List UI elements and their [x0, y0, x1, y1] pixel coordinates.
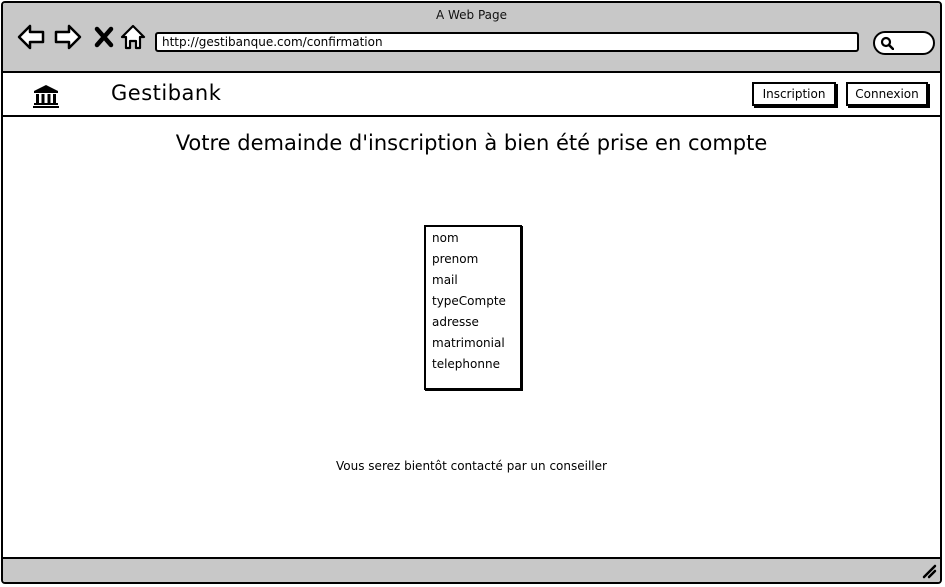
- search-icon: [880, 36, 894, 50]
- field-item-typecompte: typeCompte: [432, 294, 506, 308]
- browser-chrome: A Web Page http://gestibanque.com/confir…: [3, 3, 940, 73]
- stop-button[interactable]: [91, 23, 119, 51]
- fields-list: nom prenom mail typeCompte adresse matri…: [426, 227, 520, 377]
- contact-note: Vous serez bientôt contacté par un conse…: [336, 459, 607, 473]
- page-title: Votre demainde d'inscription à bien été …: [175, 131, 768, 155]
- connexion-button[interactable]: Connexion: [846, 82, 928, 106]
- fields-list-box: nom prenom mail typeCompte adresse matri…: [424, 225, 522, 390]
- back-button[interactable]: [17, 23, 45, 51]
- close-x-icon: [94, 26, 114, 48]
- bank-icon[interactable]: [33, 84, 59, 108]
- browser-search-field[interactable]: [873, 31, 935, 55]
- browser-window: A Web Page http://gestibanque.com/confir…: [1, 1, 942, 584]
- field-item-adresse: adresse: [432, 315, 479, 329]
- brand-name[interactable]: Gestibank: [111, 81, 221, 105]
- home-icon: [120, 24, 146, 50]
- field-item-prenom: prenom: [432, 252, 479, 266]
- status-bar: [3, 557, 940, 582]
- site-navbar: Gestibank Inscription Connexion: [3, 73, 940, 117]
- resize-grip-icon[interactable]: [921, 563, 937, 579]
- forward-arrow-icon: [54, 24, 82, 50]
- field-item-matrimonial: matrimonial: [432, 336, 505, 350]
- forward-button[interactable]: [54, 23, 82, 51]
- field-item-mail: mail: [432, 273, 458, 287]
- inscription-button[interactable]: Inscription: [752, 82, 836, 106]
- window-title: A Web Page: [435, 8, 508, 22]
- url-input[interactable]: http://gestibanque.com/confirmation: [155, 32, 859, 52]
- field-item-nom: nom: [432, 231, 459, 245]
- home-button[interactable]: [119, 23, 147, 51]
- field-item-telephonne: telephonne: [432, 357, 500, 371]
- back-arrow-icon: [17, 24, 45, 50]
